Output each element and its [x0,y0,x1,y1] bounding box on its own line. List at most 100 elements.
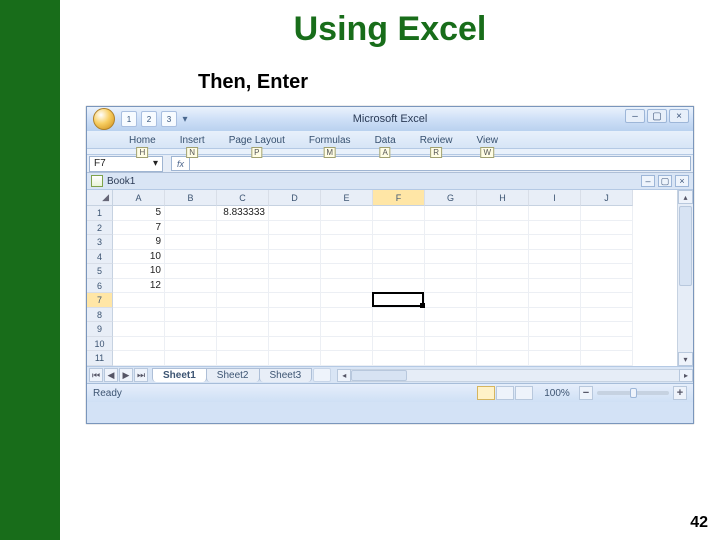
cell[interactable]: 5 [113,206,165,221]
cell[interactable] [529,337,581,352]
view-normal-button[interactable] [477,386,495,400]
cell[interactable] [269,351,321,366]
cell[interactable] [165,250,217,265]
cell[interactable] [373,322,425,337]
cell[interactable] [165,322,217,337]
row-header[interactable]: 4 [87,250,113,265]
cell[interactable] [477,250,529,265]
qat-undo-button[interactable]: 2 [141,111,157,127]
office-button[interactable] [93,108,115,130]
cell[interactable] [477,206,529,221]
cell[interactable] [113,322,165,337]
cell[interactable] [269,322,321,337]
new-sheet-button[interactable] [313,368,331,382]
cell[interactable] [165,351,217,366]
row-header[interactable]: 5 [87,264,113,279]
cell[interactable] [321,206,373,221]
cell[interactable] [425,264,477,279]
doc-close-button[interactable]: × [675,175,689,187]
tab-data[interactable]: Data A [373,133,398,148]
cell[interactable] [165,293,217,308]
cell[interactable] [581,264,633,279]
zoom-out-button[interactable]: − [579,386,593,400]
tab-insert[interactable]: Insert N [178,133,207,148]
tab-nav-prev[interactable]: ◀ [104,368,118,382]
hscroll-thumb[interactable] [351,370,407,381]
cell[interactable] [269,293,321,308]
formula-input[interactable] [189,156,691,171]
cell[interactable] [269,250,321,265]
fx-button[interactable]: fx [171,156,189,171]
cell[interactable] [321,221,373,236]
row-header[interactable]: 7 [87,293,113,308]
cell[interactable] [581,351,633,366]
sheet-tab[interactable]: Sheet1 [152,368,207,382]
cell[interactable] [269,235,321,250]
cell[interactable] [477,293,529,308]
cell[interactable] [477,221,529,236]
column-header[interactable]: A [113,190,165,206]
cell[interactable] [217,322,269,337]
qat-dropdown-icon[interactable]: ▾ [181,112,189,126]
column-header[interactable]: D [269,190,321,206]
sheet-tab[interactable]: Sheet2 [206,368,260,382]
cell[interactable]: 10 [113,250,165,265]
cell[interactable] [269,279,321,294]
close-button[interactable]: × [669,109,689,123]
cell[interactable]: 7 [113,221,165,236]
column-header[interactable]: G [425,190,477,206]
cell[interactable] [113,337,165,352]
cell[interactable] [165,264,217,279]
cell[interactable] [425,250,477,265]
cell[interactable] [529,206,581,221]
cell[interactable]: 9 [113,235,165,250]
cell[interactable] [269,264,321,279]
cell[interactable] [217,351,269,366]
cell[interactable] [373,308,425,323]
cell[interactable] [581,293,633,308]
row-header[interactable]: 10 [87,337,113,352]
cell[interactable] [529,221,581,236]
cell[interactable] [165,308,217,323]
cell[interactable] [529,264,581,279]
cell[interactable] [529,250,581,265]
row-header[interactable]: 11 [87,351,113,366]
cell[interactable] [477,235,529,250]
cell[interactable] [321,235,373,250]
zoom-slider[interactable] [597,391,669,395]
cell[interactable] [581,337,633,352]
cell[interactable] [529,322,581,337]
cell[interactable] [477,279,529,294]
cell[interactable] [217,250,269,265]
zoom-percent[interactable]: 100% [539,388,575,399]
cell[interactable] [373,264,425,279]
cell[interactable] [425,337,477,352]
cell[interactable] [321,351,373,366]
qat-redo-button[interactable]: 3 [161,111,177,127]
cell[interactable] [321,250,373,265]
cell[interactable] [373,279,425,294]
cell[interactable] [321,322,373,337]
cell[interactable] [217,264,269,279]
column-header[interactable]: H [477,190,529,206]
tab-home[interactable]: Home H [127,133,158,148]
row-header[interactable]: 8 [87,308,113,323]
cell[interactable] [529,235,581,250]
cell[interactable] [321,308,373,323]
cell[interactable] [581,279,633,294]
cell[interactable] [373,337,425,352]
cell[interactable] [113,351,165,366]
name-box[interactable]: F7 ▾ [89,156,163,172]
cell[interactable]: 8.833333 [217,206,269,221]
vscroll-thumb[interactable] [679,206,692,286]
cell[interactable] [581,235,633,250]
column-header[interactable]: J [581,190,633,206]
cell[interactable] [373,221,425,236]
row-header[interactable]: 6 [87,279,113,294]
cell[interactable] [321,279,373,294]
cell[interactable] [477,308,529,323]
tab-nav-next[interactable]: ▶ [119,368,133,382]
cell[interactable]: 10 [113,264,165,279]
sheet-tab[interactable]: Sheet3 [259,368,313,382]
column-header[interactable]: B [165,190,217,206]
